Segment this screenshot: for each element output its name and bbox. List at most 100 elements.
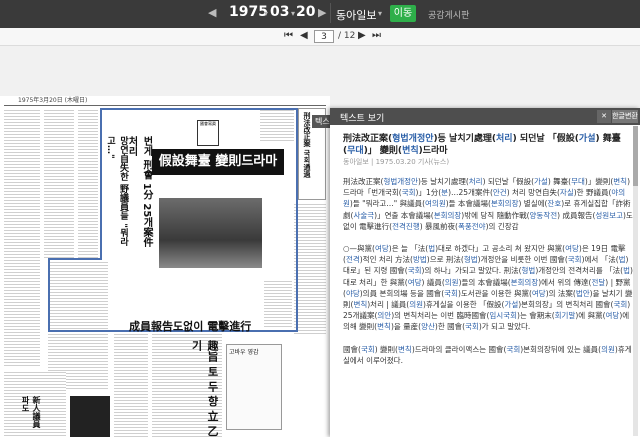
article-text-segment: )휴게실을 이용한 「假設( <box>423 300 505 310</box>
hangul-reading: 여당 <box>407 277 422 287</box>
hangul-reading: 변칙 <box>377 322 391 332</box>
hangul-reading: 가설 <box>504 300 519 310</box>
hangul-reading: 형법 <box>521 266 536 276</box>
article-text-segment: )개정안을 비롯한 이번 國會( <box>477 255 568 265</box>
article-text-segment: )본회의장」의 변칙처리 國會( <box>518 300 614 310</box>
article-text-segment: )한 野議員( <box>573 188 612 198</box>
hangul-reading: 국회 <box>401 188 416 198</box>
page-total: / 12 <box>338 31 356 41</box>
share-board-link[interactable]: 공감게시판 <box>428 8 469 21</box>
article-text-segment: )대로 하겠다」고 공소리 쳐 왔지만 與黨( <box>435 244 566 254</box>
article-text-segment: )본회의장뒤에 있는 議員( <box>520 344 602 354</box>
hangul-reading: 법안 <box>575 288 590 298</box>
month-select[interactable]: 03 <box>270 4 289 20</box>
vertical-headline: 趣旨 토 두 향 立 乙 기 <box>190 340 219 437</box>
text-column <box>264 281 292 329</box>
article-text-segment: )」 變則( <box>363 146 403 156</box>
text-column <box>78 110 98 258</box>
next-page-icon[interactable]: ▶ <box>358 30 366 41</box>
panel-title: 텍스트 보기 <box>340 114 385 124</box>
year-dropdown-icon[interactable]: ▾ <box>264 9 268 18</box>
article-text-segment: ) 되던날 「假設( <box>512 134 579 144</box>
article-text-segment: )의 긴장감 <box>485 221 519 231</box>
main-headline: 假設舞臺 變則드라마 <box>152 149 284 175</box>
hangul-reading: 폭풍전야 <box>457 221 486 231</box>
hangul-reading: 처리 <box>468 177 483 186</box>
article-text-segment: )는 會期末( <box>517 311 555 321</box>
hangul-reading: 형법 <box>463 255 478 265</box>
advertisement-block <box>70 396 110 437</box>
hangul-reading: 여당 <box>605 311 620 321</box>
hangul-reading: 전달 <box>591 277 606 287</box>
article-frame <box>48 258 50 330</box>
hangul-reading: 형법개정안 <box>392 134 434 144</box>
article-text-segment: ) 처리 망연自失( <box>506 188 560 198</box>
panel-close-button[interactable]: ✕ <box>597 110 611 123</box>
article-text-segment: )들의 本會議場( <box>458 277 511 287</box>
hangul-reading: 변칙 <box>613 177 628 186</box>
day-select[interactable]: 20 <box>296 4 315 20</box>
article-text-segment: )한 國會( <box>434 322 466 332</box>
first-page-icon[interactable]: ⏮ <box>284 30 293 41</box>
hangul-reading: 의원 <box>444 277 459 287</box>
newspaper-viewer[interactable]: 1975年3月20日 (木曜日) 번게 刑會 1分 25개案件 처리 망연自失한… <box>0 96 330 437</box>
cartoon-panel: 고바우 영감 <box>226 344 282 430</box>
hangul-reading: 의안 <box>377 311 392 321</box>
hangul-reading: 법 <box>618 255 626 265</box>
hangul-reading: 임시국회 <box>489 311 518 321</box>
text-column <box>114 334 148 437</box>
hangul-reading: 전격 <box>345 255 360 265</box>
article-frame <box>48 258 102 260</box>
article-text-segment: 刑法改正案( <box>343 177 384 186</box>
hangul-reading: 국회 <box>567 255 582 265</box>
text-column <box>48 262 108 390</box>
hangul-reading: 자실 <box>559 188 574 198</box>
article-frame <box>100 108 102 258</box>
article-text-segment: ○—與黨( <box>343 244 375 254</box>
text-column <box>294 204 326 334</box>
hangul-reading: 가설 <box>578 134 596 144</box>
article-text-segment: )의 하나」가되고 말았다. 刑法( <box>421 266 522 276</box>
toolbar-divider <box>330 3 331 23</box>
article-text-segment: 刑法改正案( <box>343 134 393 144</box>
article-text-segment: ) 暴風前夜( <box>419 221 458 231</box>
last-page-icon[interactable]: ⏭ <box>372 30 381 41</box>
panel-scroll-thumb[interactable] <box>633 126 638 186</box>
text-column <box>4 110 40 368</box>
next-date-icon[interactable]: ▶ <box>318 6 326 19</box>
article-text-segment: )의 변칙처리는 이번 臨時國會( <box>391 311 490 321</box>
article-text-segment: )으로 刑法( <box>426 255 464 265</box>
article-text-segment: )드라마의 클라이맥스는 國會( <box>411 344 507 354</box>
article-text-segment: )」變則( <box>584 177 614 186</box>
newspaper-dropdown-icon[interactable]: ▾ <box>378 9 382 18</box>
article-text-segment: )등 날치기處理( <box>433 134 497 144</box>
hangul-reading: 변칙 <box>398 344 412 354</box>
hangul-reading: 국회 <box>613 300 628 310</box>
hangul-reading: 양산 <box>421 322 435 332</box>
hangul-reading: 국회 <box>465 322 479 332</box>
article-text-segment: )적인 처리 方法( <box>359 255 413 265</box>
article-text-segment: ) 變則( <box>374 344 398 354</box>
go-button[interactable]: 이동 <box>390 5 416 22</box>
article-paragraph: ○—與黨(여당)은 늘 「法(법)대로 하겠다」고 공소리 쳐 왔지만 與黨(여… <box>343 243 633 333</box>
hangul-reading: 방법 <box>412 255 427 265</box>
article-text-segment: ) 되던날「假設( <box>482 177 535 186</box>
article-text-segment: ) 議員( <box>421 277 445 287</box>
prev-page-icon[interactable]: ◀ <box>300 30 308 41</box>
hangul-reading: 회기말 <box>554 311 576 321</box>
article-text-segment: )의 法案( <box>545 288 576 298</box>
year-select[interactable]: 1975 <box>229 4 268 20</box>
hangul-reading: 국회 <box>360 344 375 354</box>
newspaper-select[interactable]: 동아일보 <box>336 7 376 23</box>
prev-date-icon[interactable]: ◀ <box>208 6 216 19</box>
article-paragraph: 刑法改正案(형법개정안)등 날치기處理(처리) 되던날「假設(가설) 舞臺(무대… <box>343 176 633 232</box>
hangul-reading: 사술극 <box>353 210 375 220</box>
page-number-input[interactable]: 3 <box>314 30 334 43</box>
hangul-convert-button[interactable]: 한글변환 <box>612 110 638 123</box>
month-dropdown-icon[interactable]: ▾ <box>291 9 295 18</box>
hangul-reading: 전격진행 <box>392 221 420 231</box>
article-body: 刑法改正案(형법개정안)등 날치기處理(처리) 되던날「假設(가설) 舞臺(무대… <box>343 176 633 377</box>
article-text-segment: )도서관을 이용한 與黨( <box>457 288 532 298</box>
article-text-segment: )처리 | 議員( <box>367 300 410 310</box>
article-text-segment: )드라마 <box>418 146 448 156</box>
